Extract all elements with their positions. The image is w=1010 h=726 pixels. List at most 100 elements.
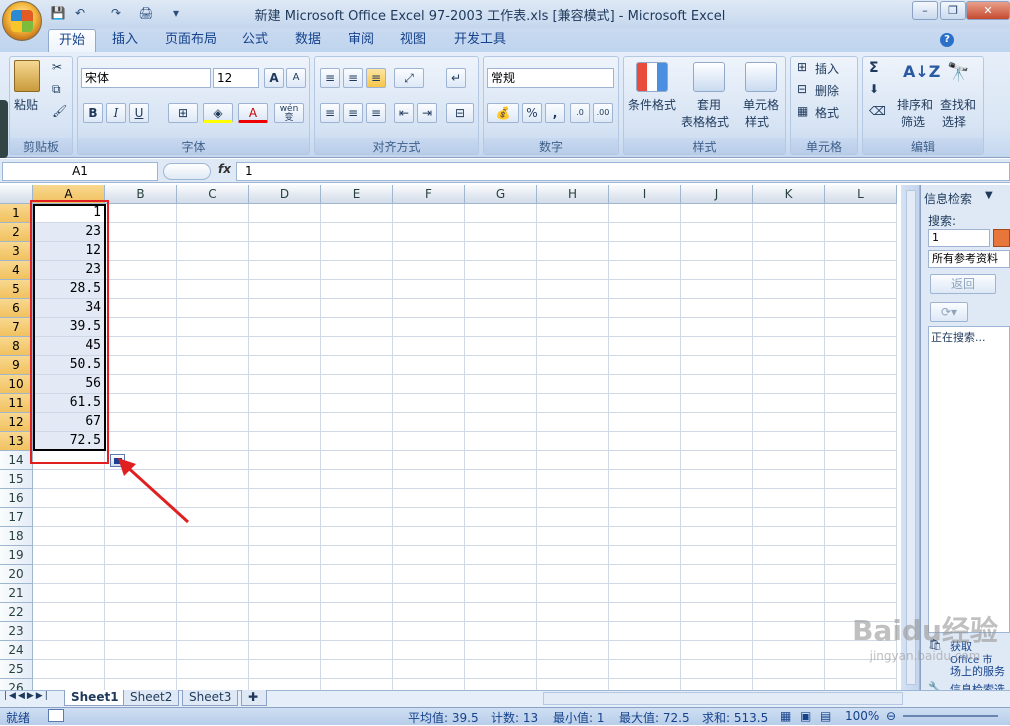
cell[interactable] <box>465 489 537 508</box>
cell[interactable] <box>321 603 393 622</box>
cell[interactable] <box>609 261 681 280</box>
cell[interactable] <box>321 299 393 318</box>
column-header[interactable]: D <box>249 185 321 204</box>
cell[interactable] <box>249 546 321 565</box>
cell[interactable] <box>321 375 393 394</box>
cell[interactable] <box>249 413 321 432</box>
cell[interactable] <box>537 470 609 489</box>
back-button[interactable]: 返回 <box>930 274 996 294</box>
row-header[interactable]: 23 <box>0 622 33 641</box>
cell[interactable] <box>465 394 537 413</box>
cell[interactable] <box>609 337 681 356</box>
cell[interactable] <box>537 641 609 660</box>
row-header[interactable]: 9 <box>0 356 33 375</box>
cell[interactable] <box>681 622 753 641</box>
paste-icon[interactable] <box>14 60 40 92</box>
delete-cells-button[interactable]: 删除 <box>815 82 839 99</box>
print-preview-icon[interactable]: 🖨 <box>138 5 154 21</box>
paste-button[interactable]: 粘贴 <box>14 96 38 113</box>
cell[interactable] <box>249 470 321 489</box>
cell[interactable] <box>681 508 753 527</box>
cell[interactable] <box>537 413 609 432</box>
column-header[interactable]: E <box>321 185 393 204</box>
cell[interactable] <box>393 242 465 261</box>
cell[interactable] <box>465 318 537 337</box>
cell[interactable] <box>609 679 681 690</box>
cell[interactable] <box>609 470 681 489</box>
cell[interactable] <box>177 356 249 375</box>
cell[interactable] <box>465 223 537 242</box>
insert-cells-button[interactable]: 插入 <box>815 60 839 77</box>
percent-button[interactable]: % <box>522 103 542 123</box>
cell[interactable] <box>681 660 753 679</box>
cell[interactable] <box>321 622 393 641</box>
cell[interactable] <box>609 375 681 394</box>
cell[interactable] <box>177 394 249 413</box>
cell[interactable] <box>825 489 897 508</box>
cell[interactable] <box>177 546 249 565</box>
cell[interactable] <box>753 641 825 660</box>
forward-button[interactable]: ⟳▾ <box>930 302 968 322</box>
row-header[interactable]: 15 <box>0 470 33 489</box>
cell[interactable] <box>393 565 465 584</box>
cell[interactable] <box>393 204 465 223</box>
cell[interactable] <box>537 584 609 603</box>
cell[interactable] <box>393 546 465 565</box>
cell[interactable] <box>321 261 393 280</box>
cell[interactable] <box>753 527 825 546</box>
cell[interactable] <box>177 622 249 641</box>
search-input[interactable]: 1 <box>928 229 990 247</box>
row-header[interactable]: 4 <box>0 261 33 280</box>
cell[interactable] <box>753 508 825 527</box>
zoom-slider[interactable] <box>903 715 998 717</box>
cell[interactable] <box>609 584 681 603</box>
cell[interactable] <box>825 432 897 451</box>
tab-view[interactable]: 视图 <box>390 29 436 52</box>
tab-review[interactable]: 审阅 <box>338 29 384 52</box>
cell[interactable] <box>681 337 753 356</box>
cell[interactable] <box>825 508 897 527</box>
insert-cells-icon[interactable]: ⊞ <box>797 60 807 74</box>
cell[interactable] <box>177 432 249 451</box>
format-cells-button[interactable]: 格式 <box>815 104 839 121</box>
sheet-tab-2[interactable]: Sheet2 <box>123 690 180 706</box>
cell[interactable] <box>177 413 249 432</box>
cell[interactable] <box>537 318 609 337</box>
cell[interactable] <box>249 337 321 356</box>
cell[interactable] <box>393 337 465 356</box>
cell[interactable] <box>681 584 753 603</box>
cell[interactable] <box>537 508 609 527</box>
cell[interactable] <box>465 337 537 356</box>
cell[interactable] <box>753 546 825 565</box>
cell[interactable] <box>609 603 681 622</box>
row-header[interactable]: 20 <box>0 565 33 584</box>
cell[interactable] <box>105 603 177 622</box>
cell[interactable] <box>681 299 753 318</box>
cell[interactable] <box>249 432 321 451</box>
row-header[interactable]: 22 <box>0 603 33 622</box>
cell[interactable] <box>825 261 897 280</box>
cell[interactable] <box>825 204 897 223</box>
sort-filter-icon[interactable]: A↓Z <box>903 62 940 81</box>
borders-icon[interactable]: ⊞ <box>168 103 198 123</box>
cell[interactable] <box>105 432 177 451</box>
cell[interactable] <box>321 337 393 356</box>
cell[interactable] <box>33 546 105 565</box>
cell[interactable] <box>33 508 105 527</box>
find-select-label-1[interactable]: 查找和 <box>940 96 976 113</box>
cell[interactable] <box>33 565 105 584</box>
row-header[interactable]: 1 <box>0 204 33 223</box>
row-header[interactable]: 26 <box>0 679 33 690</box>
cell[interactable] <box>393 299 465 318</box>
row-header[interactable]: 18 <box>0 527 33 546</box>
tab-insert[interactable]: 插入 <box>102 29 148 52</box>
cell[interactable] <box>753 622 825 641</box>
cell[interactable] <box>753 603 825 622</box>
font-size-combo[interactable]: 12 <box>213 68 259 88</box>
cell[interactable] <box>753 565 825 584</box>
cell[interactable] <box>609 565 681 584</box>
cell[interactable] <box>681 413 753 432</box>
conditional-format-button[interactable]: 条件格式 <box>628 96 676 113</box>
increase-indent-icon[interactable]: ⇥ <box>417 103 437 123</box>
cell[interactable] <box>393 641 465 660</box>
